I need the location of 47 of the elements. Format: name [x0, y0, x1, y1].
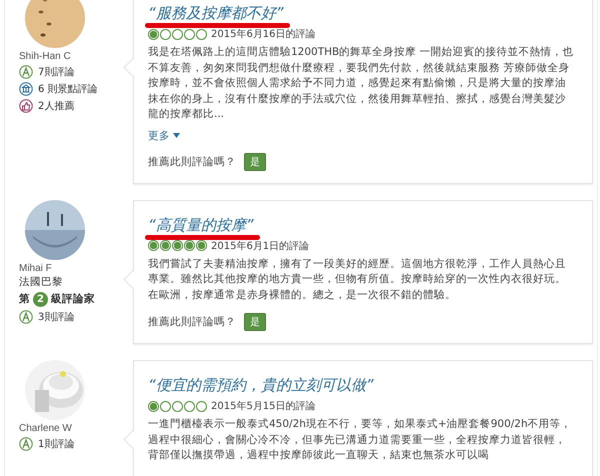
review-date: 2015年6月16日的評論 [211, 28, 316, 41]
reviewer-stat: 7則評論 [38, 66, 74, 79]
level-label: 級評論家 [51, 292, 95, 306]
rating-bubble-icon [196, 400, 207, 412]
pen-icon [19, 65, 33, 79]
rating-bubble-icon [148, 400, 159, 412]
review-text: 我們嘗試了夫妻精油按摩，擁有了一段美好的經歷。這個地方很乾淨，工作人員熱心且專業。雖然比其他按摩的地方貴一些，但物有所值。按摩時給穿的一次性內衣很好玩。在歐洲，按摩通常是赤身裸體的。總之，是一次很不錯的體驗。 [148, 256, 567, 302]
rating-bubble-icon [172, 400, 183, 412]
rating-bubble-icon [184, 28, 195, 40]
helpful-prompt: 推薦此則評論嗎？ [148, 154, 236, 168]
rating-bubble-icon [160, 240, 171, 251]
review-date: 2015年6月1日的評論 [211, 240, 310, 252]
rating-bubble-icon [196, 240, 207, 251]
review-text: 我是在塔佩路上的這間店體驗1200THB的舞草全身按摩 一開始迎賓的接待並不熱情，也不算友善，匆匆來問我們想做什麼療程，要我們先付款，然後就結束服務 芳療師做全身按摩時，並不會依照個人需求給予不同力道，感覺起來有點偷懶，只是將大量的按摩油抹在你的身上，沒有什麼按摩的手法或穴位，然後用舞草輕拍、擦拭，感覺台灣美髮沙龍的按摩都比... [148, 45, 575, 122]
reviewer-stat: 3則評論 [38, 310, 74, 324]
helpful-prompt: 推薦此則評論嗎？ [148, 315, 236, 329]
rating-bubble-icon [196, 28, 207, 40]
pen-icon [19, 437, 33, 451]
yes-button[interactable]: 是 [244, 152, 266, 170]
reviewer-name[interactable]: Shih-Han C [19, 51, 133, 62]
review-text: 一進門櫃檯表示一般泰式450/2h現在不行，要等，如果泰式+油壓套餐900/2h不用等，過程中很細心，會關心冷不冷，但事先已溝通力道需要重一些，全程按摩力道皆很輕，背部僅以撫摸帶過，過程中按摩師彼此一直聊天，結束也無茶水可以喝 [148, 417, 573, 463]
reviewer-location: 法國巴黎 [19, 274, 64, 288]
rating-bubble-icon [172, 28, 183, 40]
caret-icon [173, 133, 180, 138]
rating-bubble-icon [172, 240, 183, 251]
reviewer-stat: 6 則景點評論 [38, 82, 98, 96]
landmark-icon [19, 82, 33, 96]
reviewer-stat: 1則評論 [38, 438, 74, 451]
yes-button[interactable]: 是 [244, 313, 266, 331]
rating-bubble-icon [184, 400, 195, 412]
review-title[interactable]: “高質量的按摩” [145, 216, 260, 240]
review-title[interactable]: “便宜的需預約，貴的立刻可以做” [145, 376, 380, 400]
reviewer-name[interactable]: Mihai F [19, 262, 133, 274]
more-link[interactable]: 更多 [148, 128, 180, 142]
pen-icon [19, 310, 33, 324]
review-title[interactable]: “服務及按摩都不好” [145, 4, 290, 28]
rating-bubble-icon [184, 240, 195, 251]
reviewer-name[interactable]: Charlene W [19, 423, 133, 434]
thumbs-up-icon [19, 99, 33, 113]
review-date: 2015年5月15日的評論 [211, 400, 316, 413]
rating-bubble-icon [160, 400, 171, 412]
level-badge: 2 [33, 292, 48, 306]
reviewer-stat: 2人推薦 [38, 100, 74, 113]
level-label: 第 [19, 292, 30, 306]
rating-bubble-icon [160, 28, 171, 40]
rating-bubble-icon [148, 28, 159, 40]
rating-bubble-icon [148, 240, 159, 251]
